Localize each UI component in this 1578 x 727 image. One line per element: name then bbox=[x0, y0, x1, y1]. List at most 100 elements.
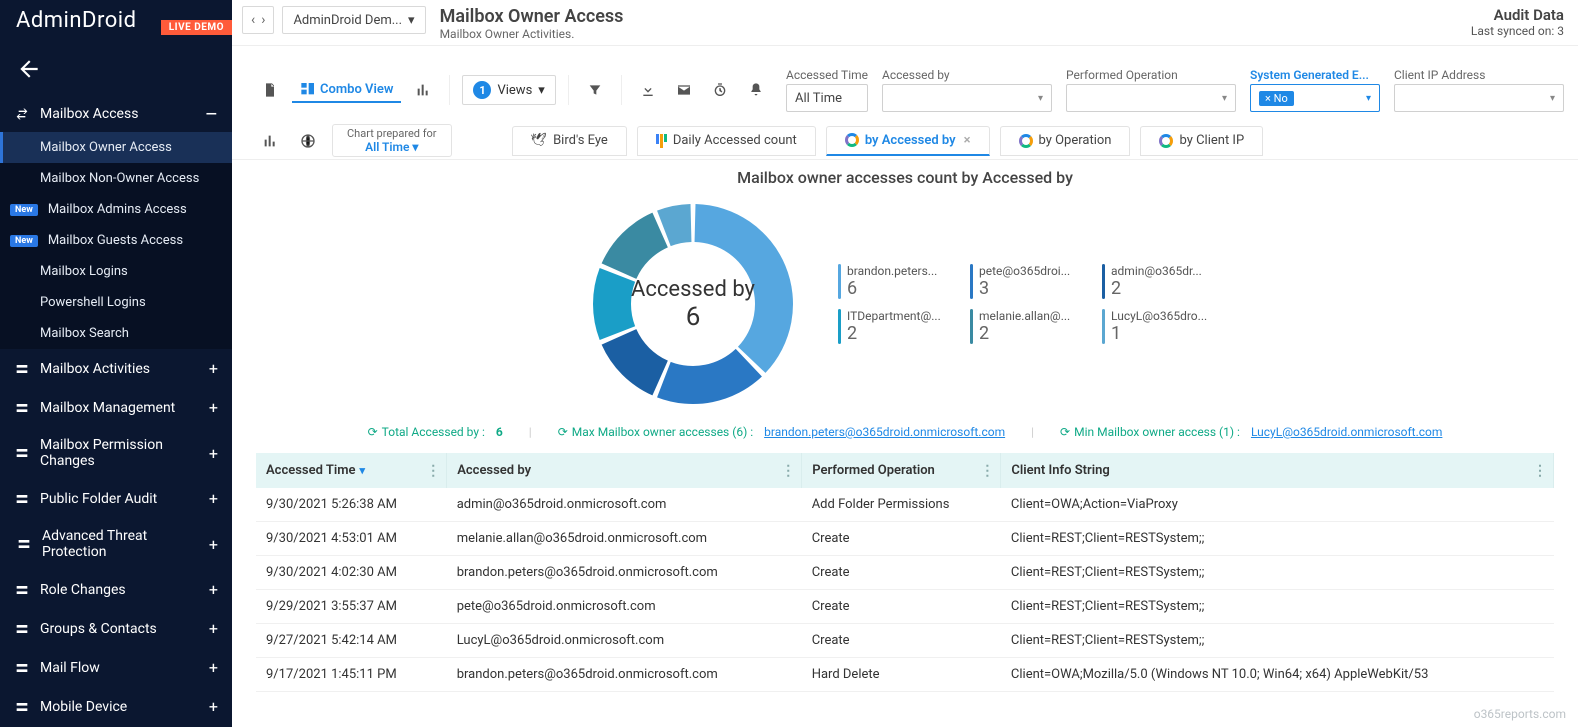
sidebar-item[interactable]: Mailbox Logins bbox=[0, 256, 232, 287]
filter-accessed-time-select[interactable]: All Time bbox=[786, 84, 868, 112]
stat-max: ⟳ Max Mailbox owner accesses (6) : brand… bbox=[558, 425, 1005, 439]
table-cell: 9/30/2021 4:02:30 AM bbox=[256, 556, 447, 590]
chart-tab[interactable]: 🕊Bird's Eye bbox=[512, 126, 627, 156]
arrow-left-icon bbox=[16, 56, 42, 82]
donut-center-value: 6 bbox=[686, 302, 701, 332]
legend-item[interactable]: admin@o365dr...2 bbox=[1102, 264, 1232, 299]
nav-group[interactable]: Mailbox Activities+ bbox=[0, 349, 232, 388]
filter-tag[interactable]: × No bbox=[1259, 91, 1294, 106]
table-cell: Client=OWA;Action=ViaProxy bbox=[1001, 488, 1554, 522]
filter-client-ip-select[interactable]: ▾ bbox=[1394, 84, 1564, 112]
table-row[interactable]: 9/29/2021 3:55:37 AMpete@o365droid.onmic… bbox=[256, 590, 1554, 624]
chart-tab[interactable]: by Accessed by× bbox=[826, 126, 990, 156]
nav-group[interactable]: Advanced Threat Protection+ bbox=[0, 518, 232, 570]
ring-icon bbox=[1019, 134, 1033, 148]
legend-name: admin@o365dr... bbox=[1111, 264, 1202, 278]
expand-icon: + bbox=[209, 444, 218, 463]
table-row[interactable]: 9/30/2021 5:26:38 AMadmin@o365droid.onmi… bbox=[256, 488, 1554, 522]
chevron-down-icon: ▾ bbox=[538, 83, 545, 98]
tenant-dropdown[interactable]: AdminDroid Dem... ▾ bbox=[282, 6, 425, 34]
column-menu-icon[interactable]: ⋮ bbox=[426, 463, 440, 479]
legend-item[interactable]: pete@o365droi...3 bbox=[970, 264, 1100, 299]
stat-min-link[interactable]: LucyL@o365droid.onmicrosoft.com bbox=[1251, 425, 1442, 439]
sidebar-item[interactable]: NewMailbox Admins Access bbox=[0, 194, 232, 225]
nav-next-button[interactable]: › bbox=[259, 12, 267, 28]
sidebar-item[interactable]: Mailbox Non-Owner Access bbox=[0, 163, 232, 194]
expand-icon: + bbox=[209, 658, 218, 677]
legend-item[interactable]: LucyL@o365dro...1 bbox=[1102, 309, 1232, 344]
filter-accessed-time: Accessed Time All Time bbox=[786, 68, 868, 112]
table-body: 9/30/2021 5:26:38 AMadmin@o365droid.onmi… bbox=[256, 488, 1554, 692]
column-chart-icon-button[interactable] bbox=[256, 127, 284, 155]
views-dropdown[interactable]: 1 Views ▾ bbox=[462, 75, 555, 105]
chart-icon-button[interactable] bbox=[409, 76, 437, 104]
sidebar-item[interactable]: Mailbox Owner Access bbox=[0, 132, 232, 163]
mail-icon-button[interactable] bbox=[670, 76, 698, 104]
legend-item[interactable]: melanie.allan@...2 bbox=[970, 309, 1100, 344]
table-cell: Add Folder Permissions bbox=[802, 488, 1001, 522]
table-row[interactable]: 9/17/2021 1:45:11 PMbrandon.peters@o365d… bbox=[256, 658, 1554, 692]
nav-group[interactable]: Mailbox Management+ bbox=[0, 388, 232, 427]
nav-group[interactable]: Groups & Contacts+ bbox=[0, 609, 232, 648]
close-icon[interactable]: × bbox=[964, 133, 971, 148]
clock-icon-button[interactable] bbox=[706, 76, 734, 104]
legend-value: 3 bbox=[979, 278, 1070, 299]
legend-item[interactable]: ITDepartment@...2 bbox=[838, 309, 968, 344]
table-row[interactable]: 9/30/2021 4:53:01 AMmelanie.allan@o365dr… bbox=[256, 522, 1554, 556]
legend-item[interactable]: brandon.peters...6 bbox=[838, 264, 968, 299]
filter-accessed-by-select[interactable]: ▾ bbox=[882, 84, 1052, 112]
legend-color-bar bbox=[1102, 264, 1105, 299]
chart-tab-label: by Operation bbox=[1039, 133, 1112, 148]
nav-group[interactable]: Mobile Device+ bbox=[0, 687, 232, 726]
top-bar: ‹ › AdminDroid Dem... ▾ Mailbox Owner Ac… bbox=[232, 0, 1578, 46]
table-row[interactable]: 9/30/2021 4:02:30 AMbrandon.peters@o365d… bbox=[256, 556, 1554, 590]
back-button[interactable] bbox=[0, 38, 232, 96]
donut-chart[interactable]: Accessed by 6 bbox=[578, 189, 808, 419]
table-header-cell[interactable]: Client Info String⋮ bbox=[1001, 453, 1554, 488]
nav-group[interactable]: Mail Flow+ bbox=[0, 648, 232, 687]
nav-group-mailbox-access[interactable]: Mailbox Access – bbox=[0, 96, 232, 132]
table-cell: Hard Delete bbox=[802, 658, 1001, 692]
table-header-cell[interactable]: Accessed Time▾⋮ bbox=[256, 453, 447, 488]
expand-icon: + bbox=[209, 580, 218, 599]
column-menu-icon[interactable]: ⋮ bbox=[1533, 463, 1547, 479]
column-menu-icon[interactable]: ⋮ bbox=[781, 463, 795, 479]
document-icon-button[interactable] bbox=[256, 76, 284, 104]
audit-info: Audit Data Last synced on: 3 bbox=[1471, 6, 1564, 38]
table-cell: pete@o365droid.onmicrosoft.com bbox=[447, 590, 802, 624]
sidebar: AdminDroid LIVE DEMO Mailbox Access – Ma… bbox=[0, 0, 232, 727]
filter-sysgen-select[interactable]: × No ▾ bbox=[1250, 84, 1380, 112]
chart-tab[interactable]: Daily Accessed count bbox=[637, 126, 816, 156]
table-cell: brandon.peters@o365droid.onmicrosoft.com bbox=[447, 658, 802, 692]
legend-name: melanie.allan@... bbox=[979, 309, 1070, 323]
table-cell: Create bbox=[802, 590, 1001, 624]
chart-tab[interactable]: by Client IP bbox=[1140, 126, 1263, 156]
download-icon-button[interactable] bbox=[634, 76, 662, 104]
stat-max-link[interactable]: brandon.peters@o365droid.onmicrosoft.com bbox=[764, 425, 1005, 439]
chart-prepared-block[interactable]: Chart prepared for All Time ▾ bbox=[332, 124, 452, 158]
table-header-cell[interactable]: Accessed by⋮ bbox=[447, 453, 802, 488]
table-row[interactable]: 9/27/2021 5:42:14 AMLucyL@o365droid.onmi… bbox=[256, 624, 1554, 658]
filter-accessed-by: Accessed by ▾ bbox=[882, 68, 1052, 112]
table-cell: Client=REST;Client=RESTSystem;; bbox=[1001, 522, 1554, 556]
nav-group[interactable]: Role Changes+ bbox=[0, 570, 232, 609]
filter-icon-button[interactable] bbox=[581, 76, 609, 104]
nav-group[interactable]: Public Folder Audit+ bbox=[0, 479, 232, 518]
table-header-cell[interactable]: Performed Operation⋮ bbox=[802, 453, 1001, 488]
nav-group[interactable]: Mailbox Permission Changes+ bbox=[0, 427, 232, 479]
sidebar-item-label: Mailbox Non-Owner Access bbox=[40, 171, 199, 186]
globe-icon-button[interactable] bbox=[294, 127, 322, 155]
sidebar-item[interactable]: NewMailbox Guests Access bbox=[0, 225, 232, 256]
table-cell: Create bbox=[802, 556, 1001, 590]
sidebar-item[interactable]: Powershell Logins bbox=[0, 287, 232, 318]
column-menu-icon[interactable]: ⋮ bbox=[980, 463, 994, 479]
table-cell: LucyL@o365droid.onmicrosoft.com bbox=[447, 624, 802, 658]
nav-prev-button[interactable]: ‹ bbox=[249, 12, 257, 28]
bell-icon-button[interactable] bbox=[742, 76, 770, 104]
combo-view-button[interactable]: Combo View bbox=[292, 77, 401, 103]
filter-performed-op-select[interactable]: ▾ bbox=[1066, 84, 1236, 112]
chart-tab[interactable]: by Operation bbox=[1000, 126, 1131, 156]
collapse-icon: – bbox=[205, 109, 218, 119]
sidebar-item[interactable]: Mailbox Search bbox=[0, 318, 232, 349]
sidebar-item-label: Mailbox Logins bbox=[40, 264, 128, 279]
